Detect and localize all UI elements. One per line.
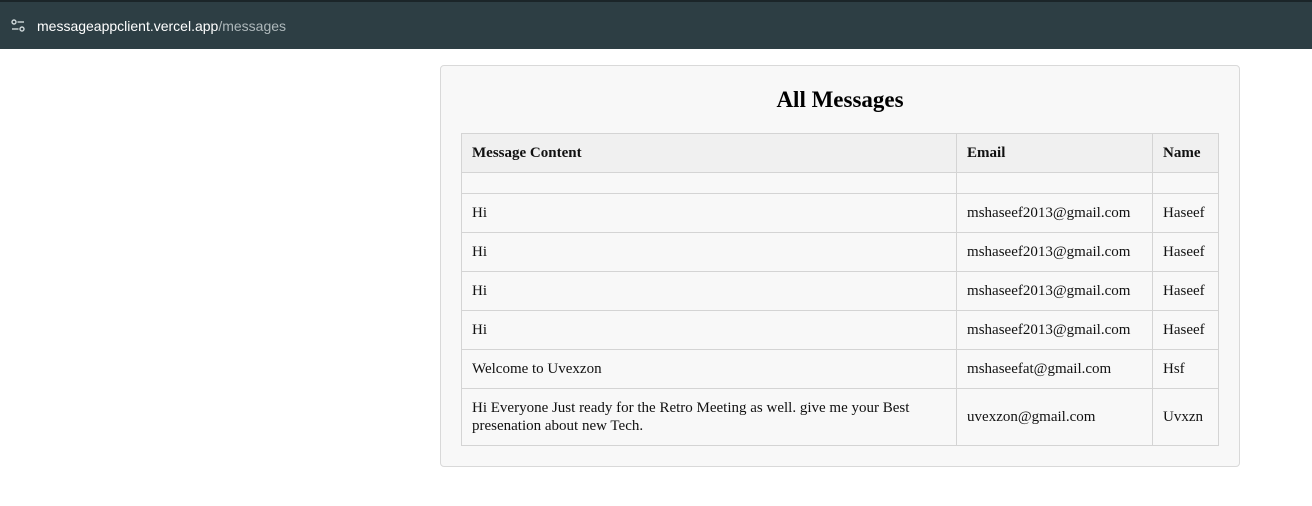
message-content-cell: Welcome to Uvexzon	[460, 349, 958, 389]
name-cell: Haseef	[1152, 271, 1219, 311]
email-cell: uvexzon@gmail.com	[956, 388, 1153, 446]
email-cell: mshaseef2013@gmail.com	[956, 232, 1153, 272]
email-cell: mshaseef2013@gmail.com	[956, 310, 1153, 350]
name-cell: Haseef	[1152, 193, 1219, 233]
table-row: Welcome to Uvexzon mshaseefat@gmail.com …	[460, 349, 1219, 389]
name-cell	[1152, 172, 1219, 194]
browser-address-bar: messageappclient.vercel.app/messages	[0, 0, 1312, 49]
name-cell: Hsf	[1152, 349, 1219, 389]
message-content-cell: Hi	[460, 193, 958, 233]
table-row	[460, 172, 1219, 194]
table-row: Hi mshaseef2013@gmail.com Haseef	[460, 232, 1219, 272]
message-content-cell: Hi Everyone Just ready for the Retro Mee…	[460, 388, 958, 446]
table-row: Hi mshaseef2013@gmail.com Haseef	[460, 193, 1219, 233]
page-title: All Messages	[776, 87, 904, 112]
message-content-cell: Hi	[460, 232, 958, 272]
table-row: Hi Everyone Just ready for the Retro Mee…	[460, 388, 1219, 446]
email-cell: mshaseefat@gmail.com	[956, 349, 1153, 389]
column-header-message-content: Message Content	[460, 133, 958, 173]
url-path: /messages	[218, 18, 287, 34]
tune-icon[interactable]	[9, 17, 27, 35]
messages-panel: All Messages Message Content Email Name …	[440, 65, 1240, 467]
table-header-row: Message Content Email Name	[460, 133, 1219, 173]
message-content-cell: Hi	[460, 271, 958, 311]
name-cell: Haseef	[1152, 232, 1219, 272]
email-cell: mshaseef2013@gmail.com	[956, 193, 1153, 233]
table-row: Hi mshaseef2013@gmail.com Haseef	[460, 310, 1219, 350]
column-header-name: Name	[1152, 133, 1219, 173]
column-header-email: Email	[956, 133, 1153, 173]
url-field[interactable]: messageappclient.vercel.app/messages	[37, 17, 286, 35]
email-cell	[956, 172, 1153, 194]
table-row: Hi mshaseef2013@gmail.com Haseef	[460, 271, 1219, 311]
url-host: messageappclient.vercel.app	[37, 18, 219, 34]
message-content-cell	[460, 172, 958, 194]
messages-table: Message Content Email Name Hi mshaseef20…	[460, 133, 1219, 446]
name-cell: Haseef	[1152, 310, 1219, 350]
message-content-cell: Hi	[460, 310, 958, 350]
email-cell: mshaseef2013@gmail.com	[956, 271, 1153, 311]
name-cell: Uvxzn	[1152, 388, 1219, 446]
